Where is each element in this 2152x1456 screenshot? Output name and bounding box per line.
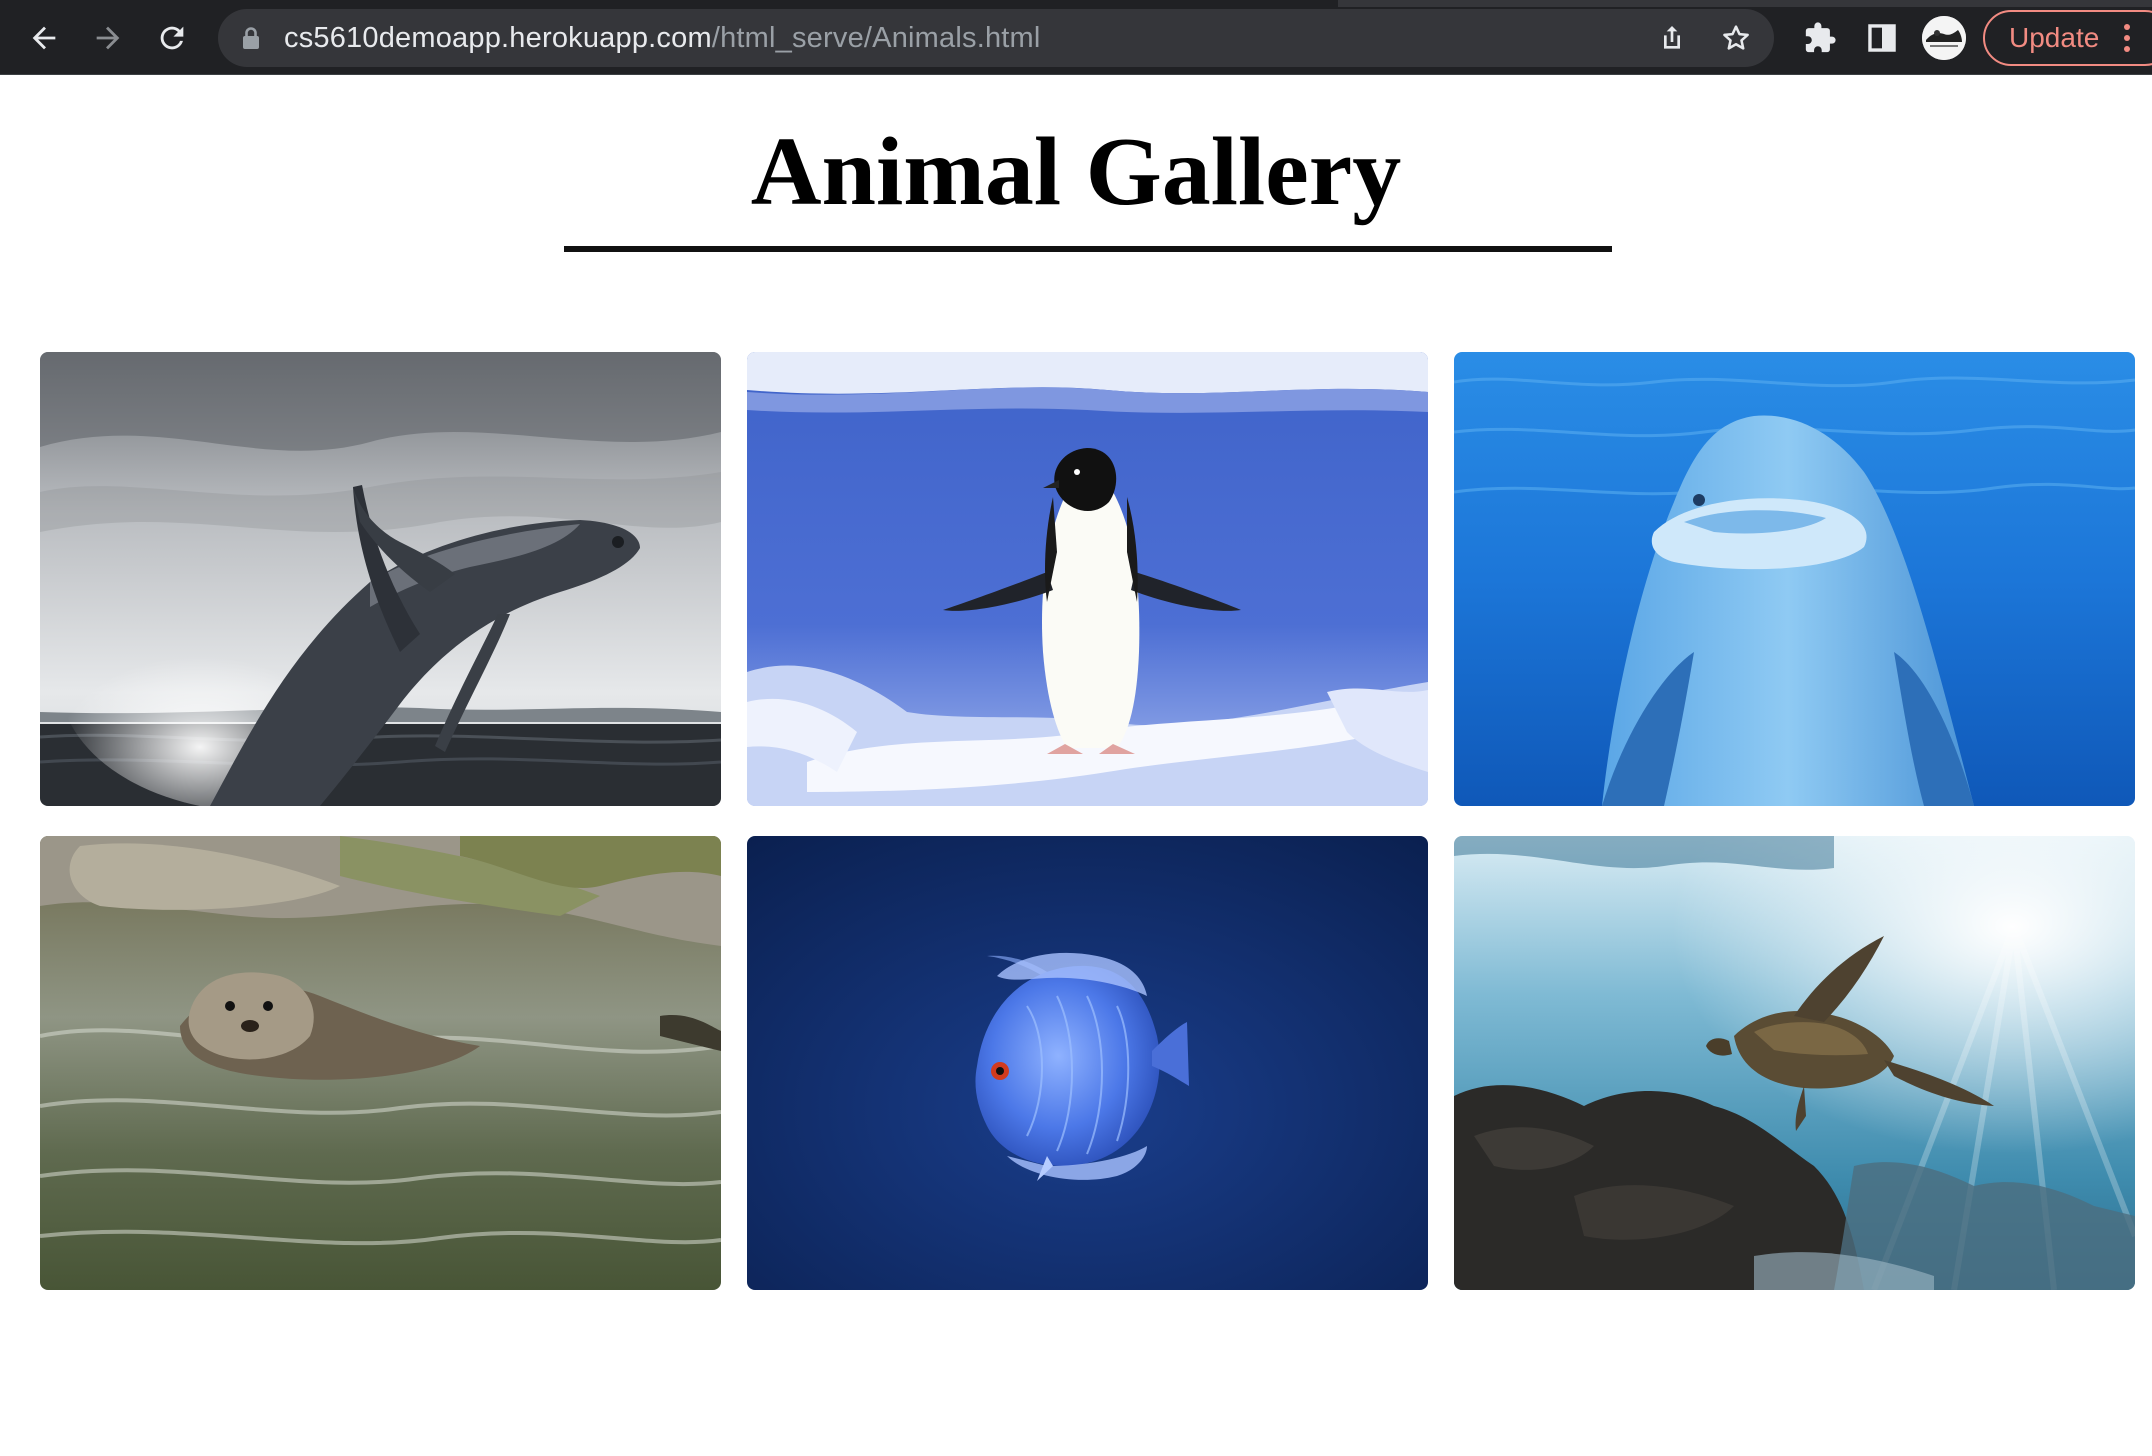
lock-icon bbox=[243, 27, 259, 49]
bookmark-button[interactable] bbox=[1718, 20, 1754, 56]
penguin-image bbox=[747, 352, 1428, 806]
star-icon bbox=[1723, 25, 1749, 50]
whale-photo bbox=[40, 352, 721, 806]
title-underline bbox=[564, 246, 1612, 252]
sea-turtle-photo bbox=[1454, 836, 2135, 1290]
otter-photo bbox=[40, 836, 721, 1290]
update-button[interactable]: Update bbox=[1983, 10, 2152, 66]
fish-photo bbox=[747, 836, 1428, 1290]
url-path: /html_serve/Animals.html bbox=[711, 22, 1041, 54]
otter-image bbox=[40, 836, 721, 1290]
browser-toolbar: cs5610demoapp.herokuapp.com/html_serve/A… bbox=[0, 0, 2152, 75]
address-bar[interactable]: cs5610demoapp.herokuapp.com/html_serve/A… bbox=[218, 9, 1774, 67]
sea-turtle-image bbox=[1454, 836, 2135, 1290]
whale-image bbox=[40, 352, 721, 806]
side-panel-button[interactable] bbox=[1862, 18, 1902, 58]
page-title: Animal Gallery bbox=[750, 118, 1402, 226]
forward-button[interactable] bbox=[84, 14, 132, 62]
reload-button[interactable] bbox=[148, 14, 196, 62]
extensions-button[interactable] bbox=[1800, 18, 1840, 58]
avatar-image bbox=[1922, 16, 1966, 60]
dolphin-image bbox=[1454, 352, 2135, 806]
share-button[interactable] bbox=[1654, 20, 1690, 56]
arrow-right-icon bbox=[96, 26, 120, 50]
url-text[interactable]: cs5610demoapp.herokuapp.com/html_serve/A… bbox=[284, 9, 1041, 67]
tab-strip bbox=[0, 0, 2152, 7]
arrow-left-icon bbox=[32, 26, 56, 50]
puzzle-icon bbox=[1805, 22, 1836, 53]
update-label: Update bbox=[2009, 22, 2100, 53]
kebab-menu-icon[interactable] bbox=[2123, 24, 2131, 54]
back-button[interactable] bbox=[20, 14, 68, 62]
profile-avatar[interactable] bbox=[1922, 16, 1966, 60]
url-host: cs5610demoapp.herokuapp.com bbox=[284, 22, 712, 54]
share-icon bbox=[1664, 26, 1680, 49]
fish-image bbox=[747, 836, 1428, 1290]
reload-icon bbox=[160, 26, 184, 50]
side-panel-icon bbox=[1868, 24, 1896, 52]
active-tab-edge[interactable] bbox=[0, 0, 1338, 7]
penguin-photo bbox=[747, 352, 1428, 806]
dolphin-photo bbox=[1454, 352, 2135, 806]
